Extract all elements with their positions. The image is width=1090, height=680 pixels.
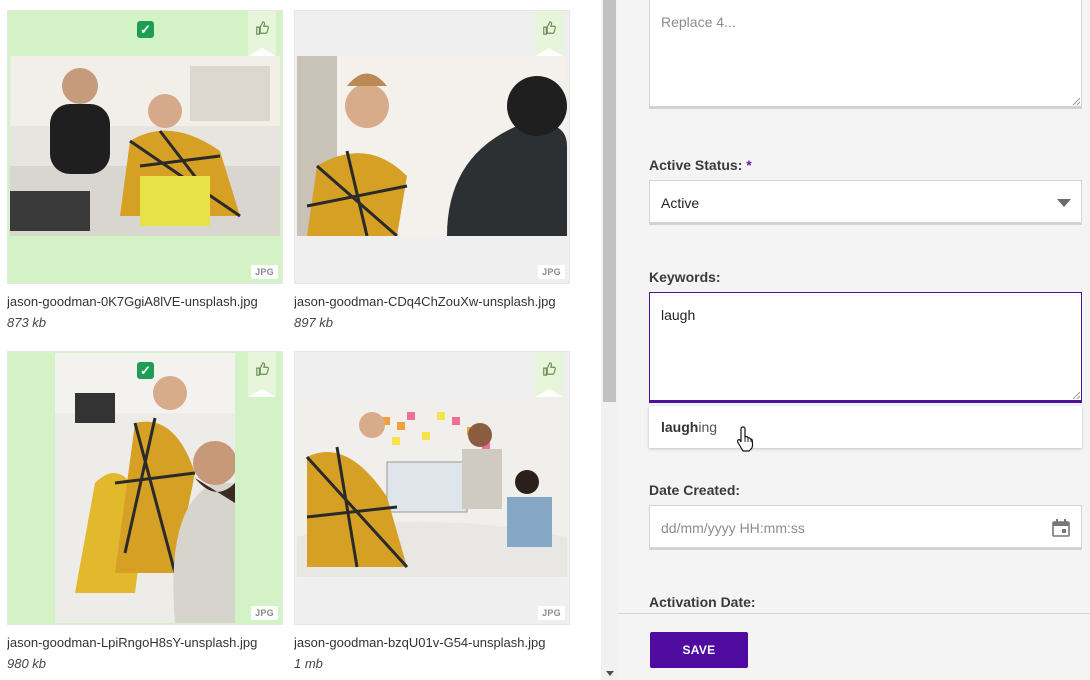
resize-handle-icon[interactable] <box>1072 391 1080 399</box>
date-created-placeholder: dd/mm/yyyy HH:mm:ss <box>661 520 805 536</box>
description-textarea[interactable]: Replace 4... <box>649 0 1082 109</box>
required-mark: * <box>746 157 752 173</box>
active-status-label: Active Status: * <box>649 157 752 173</box>
file-name: jason-goodman-bzqU01v-G54-unsplash.jpg <box>294 635 546 650</box>
date-created-label: Date Created: <box>649 482 741 498</box>
thumbs-up-icon[interactable] <box>248 11 276 56</box>
chevron-down-icon[interactable] <box>1057 199 1071 207</box>
suggestion-rest-text: ing <box>698 419 718 435</box>
resize-handle-icon[interactable] <box>1072 97 1080 105</box>
gallery-scrollbar[interactable] <box>601 0 618 680</box>
file-size: 1 mb <box>294 656 323 671</box>
scroll-down-arrow-icon[interactable] <box>606 671 614 676</box>
file-type-badge: JPG <box>538 265 565 279</box>
form-footer: SAVE <box>618 613 1090 680</box>
calendar-icon[interactable] <box>1051 518 1071 538</box>
file-size: 980 kb <box>7 656 47 671</box>
keywords-value: laugh <box>661 307 696 323</box>
active-status-label-text: Active Status: <box>649 157 743 173</box>
thumbnail-frame[interactable]: JPG <box>294 351 570 625</box>
photo-thumbnail <box>297 56 567 236</box>
keyword-suggestion-item[interactable]: laughing <box>649 406 1082 448</box>
file-name: jason-goodman-LpiRngoH8sY-unsplash.jpg <box>7 635 258 650</box>
photo-thumbnail <box>10 56 280 236</box>
file-name: jason-goodman-CDq4ChZouXw-unsplash.jpg <box>294 294 556 309</box>
active-status-select[interactable]: Active <box>649 180 1082 225</box>
keywords-textarea[interactable]: laugh <box>649 292 1082 403</box>
hand-cursor-icon <box>737 426 754 452</box>
keywords-label: Keywords: <box>649 269 721 285</box>
description-placeholder: Replace 4... <box>661 14 736 30</box>
file-name: jason-goodman-0K7GgiA8lVE-unsplash.jpg <box>7 294 258 309</box>
active-status-value: Active <box>661 195 700 211</box>
thumbs-up-icon[interactable] <box>535 352 563 397</box>
thumbs-up-icon[interactable] <box>535 11 563 56</box>
thumbnail-frame[interactable]: JPG <box>294 10 570 284</box>
image-gallery: ✓ JPG jason-goodman-0K7GgiA8lVE-unsplash… <box>0 0 600 680</box>
metadata-form: Replace 4... Active Status: * Active Key… <box>618 0 1090 680</box>
suggestion-match-text: laugh <box>661 419 699 435</box>
file-size: 873 kb <box>7 315 47 330</box>
file-type-badge: JPG <box>251 265 278 279</box>
file-type-badge: JPG <box>538 606 565 620</box>
scrollbar-thumb[interactable] <box>603 0 616 402</box>
activation-date-label: Activation Date: <box>649 594 756 610</box>
date-created-input[interactable]: dd/mm/yyyy HH:mm:ss <box>649 505 1082 550</box>
file-type-badge: JPG <box>251 606 278 620</box>
thumbnail-frame[interactable]: ✓ JPG <box>7 10 283 284</box>
selected-check-icon[interactable]: ✓ <box>137 21 154 38</box>
photo-thumbnail <box>55 353 235 623</box>
selected-check-icon[interactable]: ✓ <box>137 362 154 379</box>
thumbnail-frame[interactable]: ✓ JPG <box>7 351 283 625</box>
photo-thumbnail <box>297 397 567 577</box>
file-size: 897 kb <box>294 315 334 330</box>
save-button[interactable]: SAVE <box>650 632 748 668</box>
thumbs-up-icon[interactable] <box>248 352 276 397</box>
